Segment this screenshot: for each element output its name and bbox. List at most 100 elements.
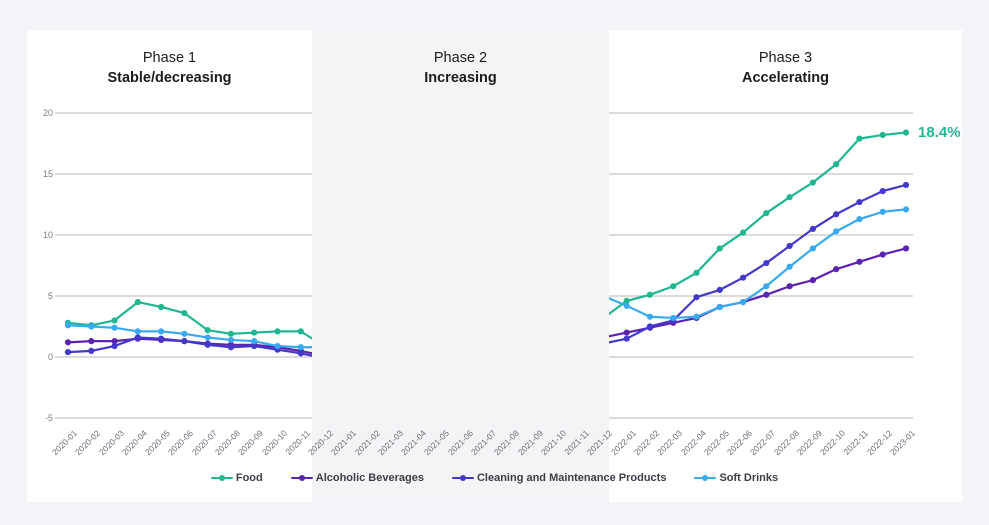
data-point xyxy=(181,309,188,317)
legend-item-alcoholic-beverages[interactable]: Alcoholic Beverages xyxy=(290,472,424,484)
data-point xyxy=(204,327,211,334)
data-point xyxy=(670,283,677,290)
data-point xyxy=(902,129,910,136)
data-point xyxy=(623,329,630,336)
data-point xyxy=(111,324,118,331)
legend-item-food[interactable]: Food xyxy=(210,472,263,484)
data-point xyxy=(646,313,654,320)
data-point xyxy=(763,291,770,298)
data-point xyxy=(809,245,816,252)
data-point xyxy=(251,329,258,336)
data-point xyxy=(88,347,95,354)
data-point xyxy=(251,338,258,345)
data-point xyxy=(716,245,723,252)
data-point xyxy=(204,334,211,341)
y-tick-15: 15 xyxy=(42,169,53,179)
data-point xyxy=(227,344,235,351)
phase-title-2: Phase 2 Increasing xyxy=(312,48,609,89)
data-point xyxy=(693,313,700,320)
phase-title-3: Phase 3 Accelerating xyxy=(609,48,962,89)
legend-label: Alcoholic Beverages xyxy=(315,472,424,484)
data-point xyxy=(64,322,72,329)
data-point xyxy=(623,302,630,309)
data-point xyxy=(646,323,654,330)
phase-label-primary: Phase 2 xyxy=(433,50,488,66)
legend-swatch-icon xyxy=(694,473,717,483)
data-point xyxy=(623,335,630,342)
data-point xyxy=(297,328,304,335)
data-point xyxy=(809,225,816,232)
data-point xyxy=(227,336,235,344)
legend-label: Food xyxy=(235,472,263,484)
data-point xyxy=(809,277,816,284)
data-point xyxy=(88,338,95,345)
data-point xyxy=(809,179,816,186)
data-point xyxy=(64,339,72,346)
data-point xyxy=(786,283,793,290)
data-point xyxy=(856,216,863,223)
data-point xyxy=(856,258,863,265)
chart-card: Phase 1 Stable/decreasing Phase 2 Increasin… xyxy=(27,30,962,502)
data-point xyxy=(181,338,188,345)
data-point xyxy=(64,349,72,356)
chart-canvas: Phase 1 Stable/decreasing Phase 2 Increasin… xyxy=(27,30,962,502)
data-point xyxy=(833,228,840,235)
data-point xyxy=(646,291,654,298)
phase-label-secondary: Stable/decreasing xyxy=(107,70,232,86)
data-point xyxy=(902,245,910,252)
data-point xyxy=(856,198,863,206)
data-point xyxy=(739,229,747,236)
y-tick-0: 0 xyxy=(47,352,53,362)
legend-item-cleaning-and-maintenance-products[interactable]: Cleaning and Maintenance Products xyxy=(451,472,667,484)
data-point xyxy=(297,344,304,351)
data-point xyxy=(158,335,165,342)
data-point xyxy=(204,341,211,348)
data-point xyxy=(786,263,793,270)
legend-label: Soft Drinks xyxy=(719,472,779,484)
data-point xyxy=(134,328,141,335)
data-point xyxy=(158,303,165,311)
phase-label-primary: Phase 3 xyxy=(758,50,813,66)
y-tick--5: -5 xyxy=(44,413,53,423)
data-point xyxy=(670,314,677,322)
data-point xyxy=(111,317,118,324)
data-point xyxy=(716,303,723,311)
data-point xyxy=(274,342,281,350)
data-point xyxy=(227,330,235,337)
y-tick-10: 10 xyxy=(42,230,53,240)
legend-swatch-icon xyxy=(451,473,474,483)
legend-label: Cleaning and Maintenance Products xyxy=(476,472,667,484)
data-point xyxy=(902,181,910,189)
data-point xyxy=(786,194,793,201)
data-point xyxy=(763,283,770,290)
phase-label-secondary: Accelerating xyxy=(741,70,830,86)
legend-item-soft-drinks[interactable]: Soft Drinks xyxy=(694,472,778,484)
data-point xyxy=(879,208,886,215)
data-point xyxy=(833,266,840,273)
end-value-annotation: 18.4% xyxy=(918,123,961,141)
data-point xyxy=(134,299,141,306)
data-point xyxy=(833,211,840,218)
data-point xyxy=(879,131,886,139)
data-point xyxy=(693,294,700,301)
data-point xyxy=(181,330,188,337)
data-point xyxy=(297,350,304,357)
data-point xyxy=(833,161,840,168)
data-point xyxy=(763,209,770,217)
legend-swatch-icon xyxy=(210,473,233,483)
data-point xyxy=(134,334,141,341)
data-point xyxy=(739,274,747,281)
legend-swatch-icon xyxy=(290,473,313,483)
data-point xyxy=(693,269,700,276)
data-point xyxy=(739,299,747,306)
data-point xyxy=(111,342,118,350)
data-point xyxy=(158,328,165,335)
data-point xyxy=(786,242,793,250)
data-point xyxy=(856,135,863,142)
data-point xyxy=(763,259,770,267)
data-point xyxy=(879,187,886,195)
chart-legend: Food Alcoholic Beverages Cleaning and Main… xyxy=(27,472,962,484)
data-point xyxy=(879,251,886,258)
phase-label-secondary: Increasing xyxy=(424,70,497,86)
y-tick-5: 5 xyxy=(47,291,53,301)
